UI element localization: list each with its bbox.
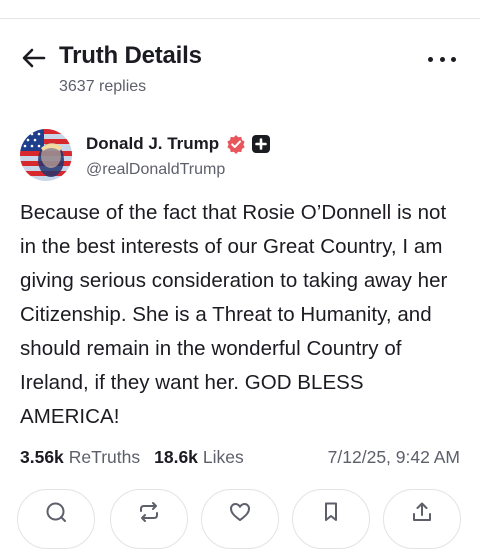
like-heart-icon: [230, 503, 250, 521]
share-upload-icon: [413, 502, 431, 521]
back-button[interactable]: [20, 46, 48, 70]
post-stats: 3.56k ReTruths 18.6k Likes 7/12/25, 9:42…: [20, 445, 468, 469]
retruths-count: 3.56k: [20, 446, 64, 467]
post-timestamp: 7/12/25, 9:42 AM: [327, 446, 460, 467]
share-button[interactable]: [383, 489, 461, 549]
arrow-left-icon: [22, 48, 46, 68]
plus-badge-icon: [252, 135, 271, 153]
likes-count: 18.6k: [154, 446, 198, 467]
author-name-row: Donald J. Trump: [86, 133, 271, 155]
more-dot-icon: [451, 56, 456, 62]
avatar[interactable]: [20, 129, 72, 181]
reply-count: 3637 replies: [59, 78, 147, 95]
avatar-image: [20, 129, 72, 181]
page-header: Truth Details 3637 replies: [0, 36, 480, 106]
post-body-text: Because of the fact that Rosie O’Donnell…: [20, 201, 448, 428]
more-dot-icon: [428, 56, 433, 62]
bookmark-icon: [325, 502, 337, 521]
retruths-label: ReTruths: [68, 446, 141, 467]
action-bar: [17, 489, 467, 559]
top-divider: [0, 18, 480, 19]
bookmark-button[interactable]: [292, 489, 370, 549]
reply-icon: [46, 502, 66, 522]
likes-label: Likes: [202, 446, 244, 467]
author-handle[interactable]: @realDonaldTrump: [86, 161, 225, 179]
reply-button[interactable]: [17, 489, 95, 549]
retruth-button[interactable]: [110, 489, 188, 549]
more-options-button[interactable]: [428, 50, 456, 68]
verified-badge-icon: [227, 135, 245, 154]
retruth-icon: [140, 502, 158, 522]
likes-stat[interactable]: 18.6k Likes: [154, 447, 244, 468]
more-dot-icon: [439, 56, 445, 62]
author-name[interactable]: Donald J. Trump: [86, 134, 219, 154]
retruths-stat[interactable]: 3.56k ReTruths: [20, 447, 140, 468]
like-button[interactable]: [201, 489, 279, 549]
post-author: Donald J. Trump @realDonaldTrump: [20, 129, 460, 185]
page-title: Truth Details: [59, 42, 202, 69]
